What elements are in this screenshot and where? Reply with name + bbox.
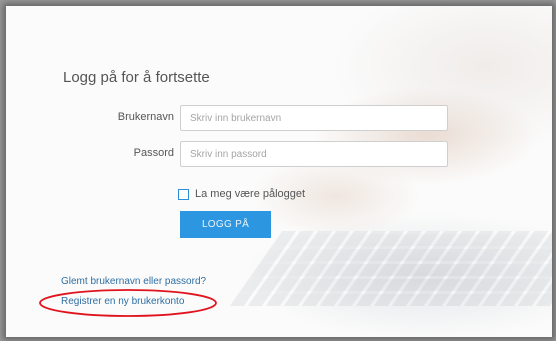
remember-me-option[interactable]: La meg være pålogget [178, 187, 305, 201]
username-input[interactable] [180, 105, 448, 131]
login-button[interactable]: LOGG PÅ [180, 211, 271, 238]
login-panel: Logg på for å fortsette Brukernavn Passo… [6, 6, 552, 337]
password-row: Passord [6, 141, 552, 167]
highlight-ellipse-shape [39, 289, 217, 317]
password-input[interactable] [180, 141, 448, 167]
username-label: Brukernavn [117, 111, 174, 123]
highlight-ellipse [39, 289, 217, 317]
password-label: Passord [133, 147, 174, 159]
username-row: Brukernavn [6, 105, 552, 131]
remember-me-label: La meg være pålogget [195, 188, 306, 200]
remember-me-checkbox[interactable] [178, 188, 189, 200]
forgot-credentials-link[interactable]: Glemt brukernavn eller passord? [61, 276, 206, 287]
screenshot-frame: Logg på for å fortsette Brukernavn Passo… [6, 6, 552, 337]
page-title: Logg på for å fortsette [63, 69, 210, 86]
